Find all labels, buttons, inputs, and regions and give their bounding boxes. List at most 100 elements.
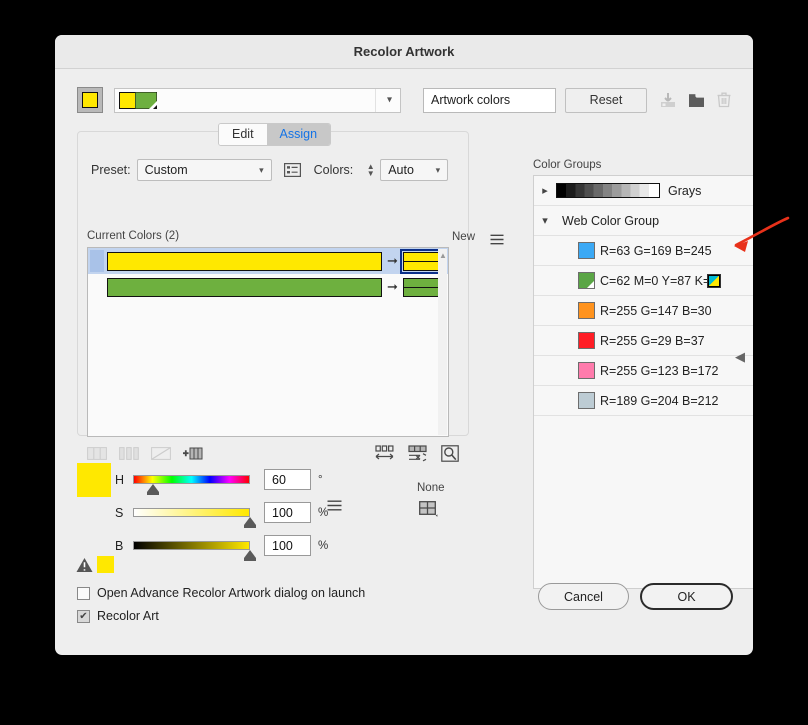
out-of-gamut-warning-icon[interactable] (76, 557, 93, 573)
out-of-gamut-warning[interactable] (76, 556, 114, 573)
saturation-slider-track[interactable] (133, 508, 256, 528)
color-row-2[interactable]: ➞ (88, 274, 448, 300)
reset-button[interactable]: Reset (565, 87, 647, 113)
current-colors-list[interactable]: ➞ ➞ ▲ (87, 247, 449, 437)
colors-select[interactable]: Auto ▾ (380, 159, 449, 181)
color-group-combo[interactable]: ▾ (114, 87, 401, 113)
hue-slider-track[interactable] (133, 475, 250, 495)
recolor-art-checkbox[interactable]: ✔ (77, 609, 90, 623)
colors-label: Colors: (313, 163, 354, 177)
color-item-label: R=255 G=29 B=37 (600, 333, 705, 348)
open-advance-dialog-label: Open Advance Recolor Artwork dialog on l… (97, 586, 366, 600)
row-handle[interactable] (90, 250, 104, 272)
mode-tabs: Edit Assign (218, 123, 332, 146)
randomize-order-icon[interactable] (375, 445, 394, 462)
randomize-saturation-brightness-icon[interactable] (408, 445, 427, 462)
saturation-slider-thumb[interactable] (244, 517, 256, 528)
new-color-swatch[interactable] (399, 248, 444, 274)
current-colors-label: Current Colors (2) (87, 230, 180, 242)
dialog-title: Recolor Artwork (353, 44, 455, 59)
color-swatch[interactable] (578, 362, 595, 379)
chevron-down-icon[interactable]: ▾ (534, 214, 556, 227)
open-advance-dialog-checkbox-row[interactable]: Open Advance Recolor Artwork dialog on l… (77, 586, 365, 600)
color-swatch[interactable] (578, 332, 595, 349)
color-groups-panel[interactable]: ▸ Grays ▾ Web Color Group R=63 G=169 B=2… (533, 175, 753, 589)
dialog-titlebar: Recolor Artwork (55, 35, 753, 69)
color-swatch-grid-icon[interactable] (419, 501, 438, 518)
color-row-1[interactable]: ➞ (88, 248, 448, 274)
colors-stepper[interactable]: ▲ ▼ (365, 160, 376, 180)
color-group-name: Grays (668, 183, 702, 198)
color-item-row[interactable]: R=189 G=204 B=212 (534, 386, 753, 416)
assign-tools-left (87, 447, 203, 460)
color-item-row[interactable]: R=255 G=123 B=172 (534, 356, 753, 386)
preset-options-icon[interactable] (283, 163, 301, 177)
color-reduction-options-icon[interactable] (441, 445, 459, 462)
chevron-down-icon: ▾ (435, 164, 441, 175)
assign-tools-right (375, 445, 459, 462)
list-scrollbar[interactable]: ▲ (438, 249, 447, 435)
color-swatch[interactable] (578, 242, 595, 259)
open-advance-dialog-checkbox[interactable] (77, 586, 90, 600)
slider-row-s: S 100 % (115, 496, 328, 529)
tab-assign[interactable]: Assign (266, 124, 331, 145)
current-color-bar[interactable] (107, 277, 382, 297)
preset-label: Preset: (91, 163, 131, 177)
hue-input[interactable]: 60 (264, 469, 311, 490)
collapse-panel-arrow-icon[interactable]: ◀ (735, 349, 745, 365)
trash-icon[interactable] (717, 92, 731, 108)
new-column-label: New (452, 231, 476, 243)
color-swatch[interactable] (578, 302, 595, 319)
color-swatch[interactable] (578, 392, 595, 409)
slider-label-h: H (115, 472, 125, 487)
color-item-row[interactable]: C=62 M=0 Y=87 K=0 (534, 266, 753, 296)
ok-button[interactable]: OK (640, 583, 733, 610)
grays-gradient-swatch[interactable] (556, 183, 660, 198)
top-icon-group (660, 92, 731, 108)
tab-edit[interactable]: Edit (219, 124, 267, 145)
colors-value: Auto (388, 163, 414, 177)
color-groups-label: Color Groups (533, 159, 602, 171)
saturation-input[interactable]: 100 (264, 502, 311, 523)
color-item-label: R=63 G=169 B=245 (600, 243, 712, 258)
color-group-web[interactable]: ▾ Web Color Group (534, 206, 753, 236)
artwork-color-swatch-icon[interactable] (77, 87, 103, 113)
chevron-right-icon[interactable]: ▸ (534, 184, 556, 197)
slider-label-b: B (115, 538, 124, 553)
preset-value: Custom (144, 163, 188, 177)
separate-colors-icon (119, 447, 139, 460)
brightness-slider-track[interactable] (133, 541, 256, 561)
artwork-thumbnail-icon (119, 91, 157, 109)
color-swatch[interactable] (578, 272, 595, 289)
save-color-group-icon[interactable] (660, 92, 676, 108)
recolor-art-checkbox-row[interactable]: ✔ Recolor Art (77, 609, 159, 623)
color-item-row[interactable]: R=255 G=29 B=37 (534, 326, 753, 356)
row-handle[interactable] (90, 276, 104, 298)
new-color-swatch[interactable] (402, 277, 441, 297)
current-color-bar[interactable] (107, 251, 382, 271)
none-label: None (417, 482, 445, 494)
red-pointer-arrow (734, 216, 790, 252)
panel-menu-icon[interactable] (490, 234, 504, 245)
dialog-buttons: Cancel OK (538, 583, 733, 610)
add-color-row-icon[interactable] (183, 447, 203, 460)
slider-label-s: S (115, 505, 124, 520)
slider-row-b: B 100 % (115, 529, 328, 562)
preset-select[interactable]: Custom ▾ (136, 159, 272, 181)
assign-arrow-icon: ➞ (387, 279, 398, 294)
hue-slider-thumb[interactable] (147, 484, 159, 495)
exclude-colors-icon (151, 447, 171, 460)
new-color-group-icon[interactable] (688, 93, 705, 108)
brightness-slider-thumb[interactable] (244, 550, 256, 561)
brightness-input[interactable]: 100 (264, 535, 311, 556)
top-toolbar: ▾ Artwork colors Reset (77, 87, 731, 113)
brightness-unit: % (318, 539, 329, 552)
color-item-row[interactable]: R=63 G=169 B=245 (534, 236, 753, 266)
color-mode-menu-icon[interactable] (327, 500, 342, 511)
color-item-row[interactable]: R=255 G=147 B=30 (534, 296, 753, 326)
recolor-artwork-dialog: Recolor Artwork ▾ Artwork colors Reset E… (55, 35, 753, 655)
hue-unit: ° (318, 473, 323, 486)
cancel-button[interactable]: Cancel (538, 583, 629, 610)
color-group-grays[interactable]: ▸ Grays (534, 176, 753, 206)
colors-name-input[interactable]: Artwork colors (423, 87, 556, 113)
